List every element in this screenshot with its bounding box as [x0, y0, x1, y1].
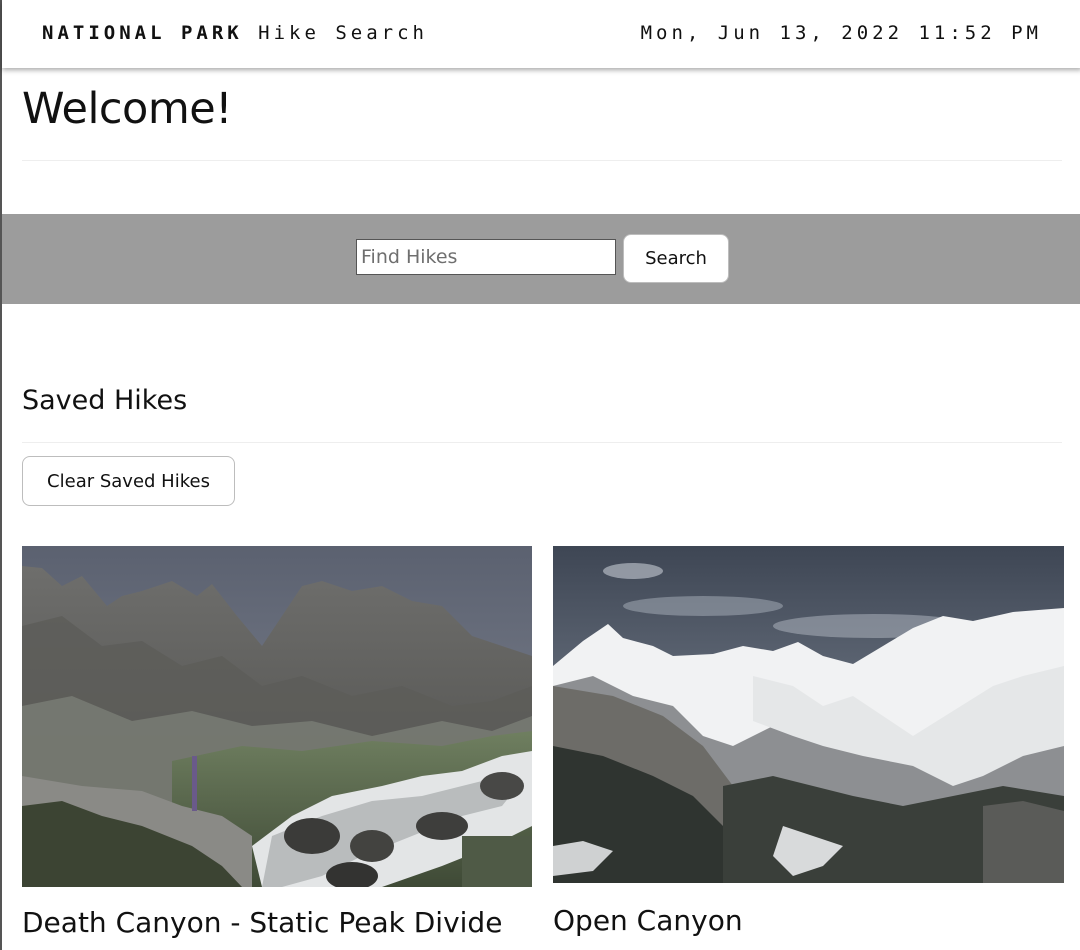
- brand-logo[interactable]: NATIONAL PARK Hike Search: [42, 22, 428, 44]
- saved-hikes-heading: Saved Hikes: [22, 385, 188, 416]
- hike-photo[interactable]: [22, 546, 532, 887]
- search-bar: Search: [2, 214, 1080, 304]
- current-datetime: Mon, Jun 13, 2022 11:52 PM: [640, 22, 1042, 44]
- search-input[interactable]: [356, 239, 616, 275]
- brand-light-text: Hike Search: [258, 22, 429, 44]
- top-navbar: NATIONAL PARK Hike Search Mon, Jun 13, 2…: [2, 0, 1080, 68]
- search-button[interactable]: Search: [623, 234, 729, 283]
- page-title: Welcome!: [22, 84, 232, 134]
- welcome-divider: [22, 160, 1062, 161]
- hike-title[interactable]: Open Canyon: [553, 903, 743, 939]
- clear-saved-hikes-button[interactable]: Clear Saved Hikes: [22, 456, 235, 506]
- saved-divider: [22, 442, 1062, 443]
- hike-title[interactable]: Death Canyon - Static Peak Divide: [22, 905, 502, 941]
- hike-photo[interactable]: [553, 546, 1064, 883]
- brand-bold-text: NATIONAL PARK: [42, 22, 243, 44]
